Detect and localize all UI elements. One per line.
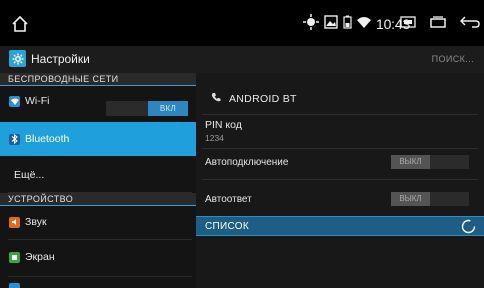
wifi-icon: [356, 15, 372, 34]
wifi-toggle-state: ВКЛ: [148, 101, 188, 116]
device-name: ANDROID BT: [229, 92, 297, 105]
screenshot-icon[interactable]: [400, 15, 416, 33]
home-icon[interactable]: [10, 14, 30, 34]
location-icon: [303, 13, 319, 35]
device-row[interactable]: ANDROID BT: [196, 86, 484, 111]
speaker-icon: [9, 216, 20, 228]
pin-code-value: 1234: [205, 133, 224, 143]
search-button[interactable]: ПОИСК...: [432, 54, 474, 64]
back-icon[interactable]: [459, 15, 480, 34]
sidebar-item-display[interactable]: Экран: [0, 240, 196, 274]
divider: [202, 114, 478, 115]
settings-app-icon: [9, 50, 26, 67]
page-title: Настройки: [31, 52, 90, 66]
autoconnect-label: Автоподключение: [205, 157, 289, 168]
bluetooth-icon: [9, 133, 20, 145]
sidebar-item-label: Экран: [25, 251, 55, 263]
action-bar: Настройки ПОИСК...: [0, 46, 484, 73]
sidebar-item-more[interactable]: Ещё...: [0, 158, 196, 192]
autoconnect-toggle-state: ВЫКЛ: [391, 155, 430, 169]
next-item-icon: [9, 283, 20, 288]
pin-code-label[interactable]: PIN код: [205, 119, 242, 131]
sidebar-item-label: Bluetooth: [25, 133, 70, 145]
autoanswer-toggle[interactable]: ВЫКЛ: [391, 192, 469, 206]
autoanswer-toggle-state: ВЫКЛ: [391, 192, 430, 206]
loading-spinner-icon: [461, 219, 476, 234]
section-header-device: УСТРОЙСТВО: [0, 193, 196, 206]
section-header-wireless: БЕСПРОВОДНЫЕ СЕТИ: [0, 73, 196, 86]
sidebar-item-label: Wi-Fi: [25, 95, 50, 107]
autoconnect-toggle[interactable]: ВЫКЛ: [391, 155, 469, 169]
device-list-header[interactable]: СПИСОК: [196, 216, 484, 236]
display-icon: [9, 251, 20, 263]
image-icon: [324, 14, 338, 34]
wifi-toggle[interactable]: ВКЛ: [106, 101, 188, 116]
divider: [8, 276, 192, 277]
wifi-icon: [9, 95, 20, 107]
sidebar-item-bluetooth[interactable]: Bluetooth: [0, 122, 196, 156]
battery-icon: [343, 15, 352, 34]
sidebar-item-sound[interactable]: Звук: [0, 207, 196, 237]
divider: [202, 179, 478, 180]
sidebar-item-label: Звук: [25, 216, 47, 228]
phone-icon: [211, 92, 221, 105]
system-buttons: [400, 13, 480, 35]
bluetooth-detail-pane: ANDROID BT PIN код 1234 Автоподключение …: [196, 73, 484, 288]
status-bar: 10:43: [0, 0, 484, 46]
recent-apps-icon[interactable]: [430, 15, 446, 33]
sidebar-item-label: Ещё...: [14, 169, 45, 181]
divider: [202, 148, 478, 149]
autoanswer-label: Автоответ: [205, 194, 252, 205]
device-list-label: СПИСОК: [205, 221, 250, 232]
settings-sidebar: БЕСПРОВОДНЫЕ СЕТИ Wi-Fi ВКЛ Bluetooth Ещ…: [0, 73, 196, 288]
